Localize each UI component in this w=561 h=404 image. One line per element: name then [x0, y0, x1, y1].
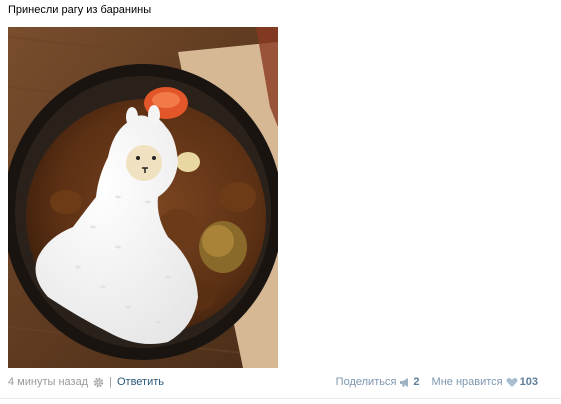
- share-label: Поделиться: [335, 376, 397, 388]
- like-count: 103: [519, 376, 538, 388]
- megaphone-icon: [399, 377, 411, 388]
- post-footer: 4 минуты назад | Ответить Поделиться 2 М…: [8, 375, 561, 389]
- share-count: 2: [413, 376, 420, 388]
- meta-separator: |: [109, 376, 112, 388]
- post-actions: Поделиться 2 Мне нравится 103: [336, 375, 538, 389]
- post-text: Принесли рагу из баранины: [8, 4, 152, 16]
- like-button[interactable]: Мне нравится 103: [432, 375, 538, 389]
- post-timestamp[interactable]: 4 минуты назад: [8, 375, 88, 389]
- like-label: Мне нравится: [431, 376, 503, 388]
- share-button[interactable]: Поделиться 2: [336, 375, 420, 389]
- photo-curry-rice-alpaca: [8, 27, 278, 368]
- heart-icon: [506, 377, 518, 388]
- post-meta: 4 минуты назад | Ответить: [8, 375, 164, 389]
- wall-post: Принесли рагу из баранины 4 минуты назад…: [0, 0, 561, 404]
- post-photo[interactable]: [8, 27, 278, 368]
- gear-icon[interactable]: [93, 377, 104, 388]
- post-divider: [0, 398, 561, 399]
- reply-link[interactable]: Ответить: [117, 375, 164, 389]
